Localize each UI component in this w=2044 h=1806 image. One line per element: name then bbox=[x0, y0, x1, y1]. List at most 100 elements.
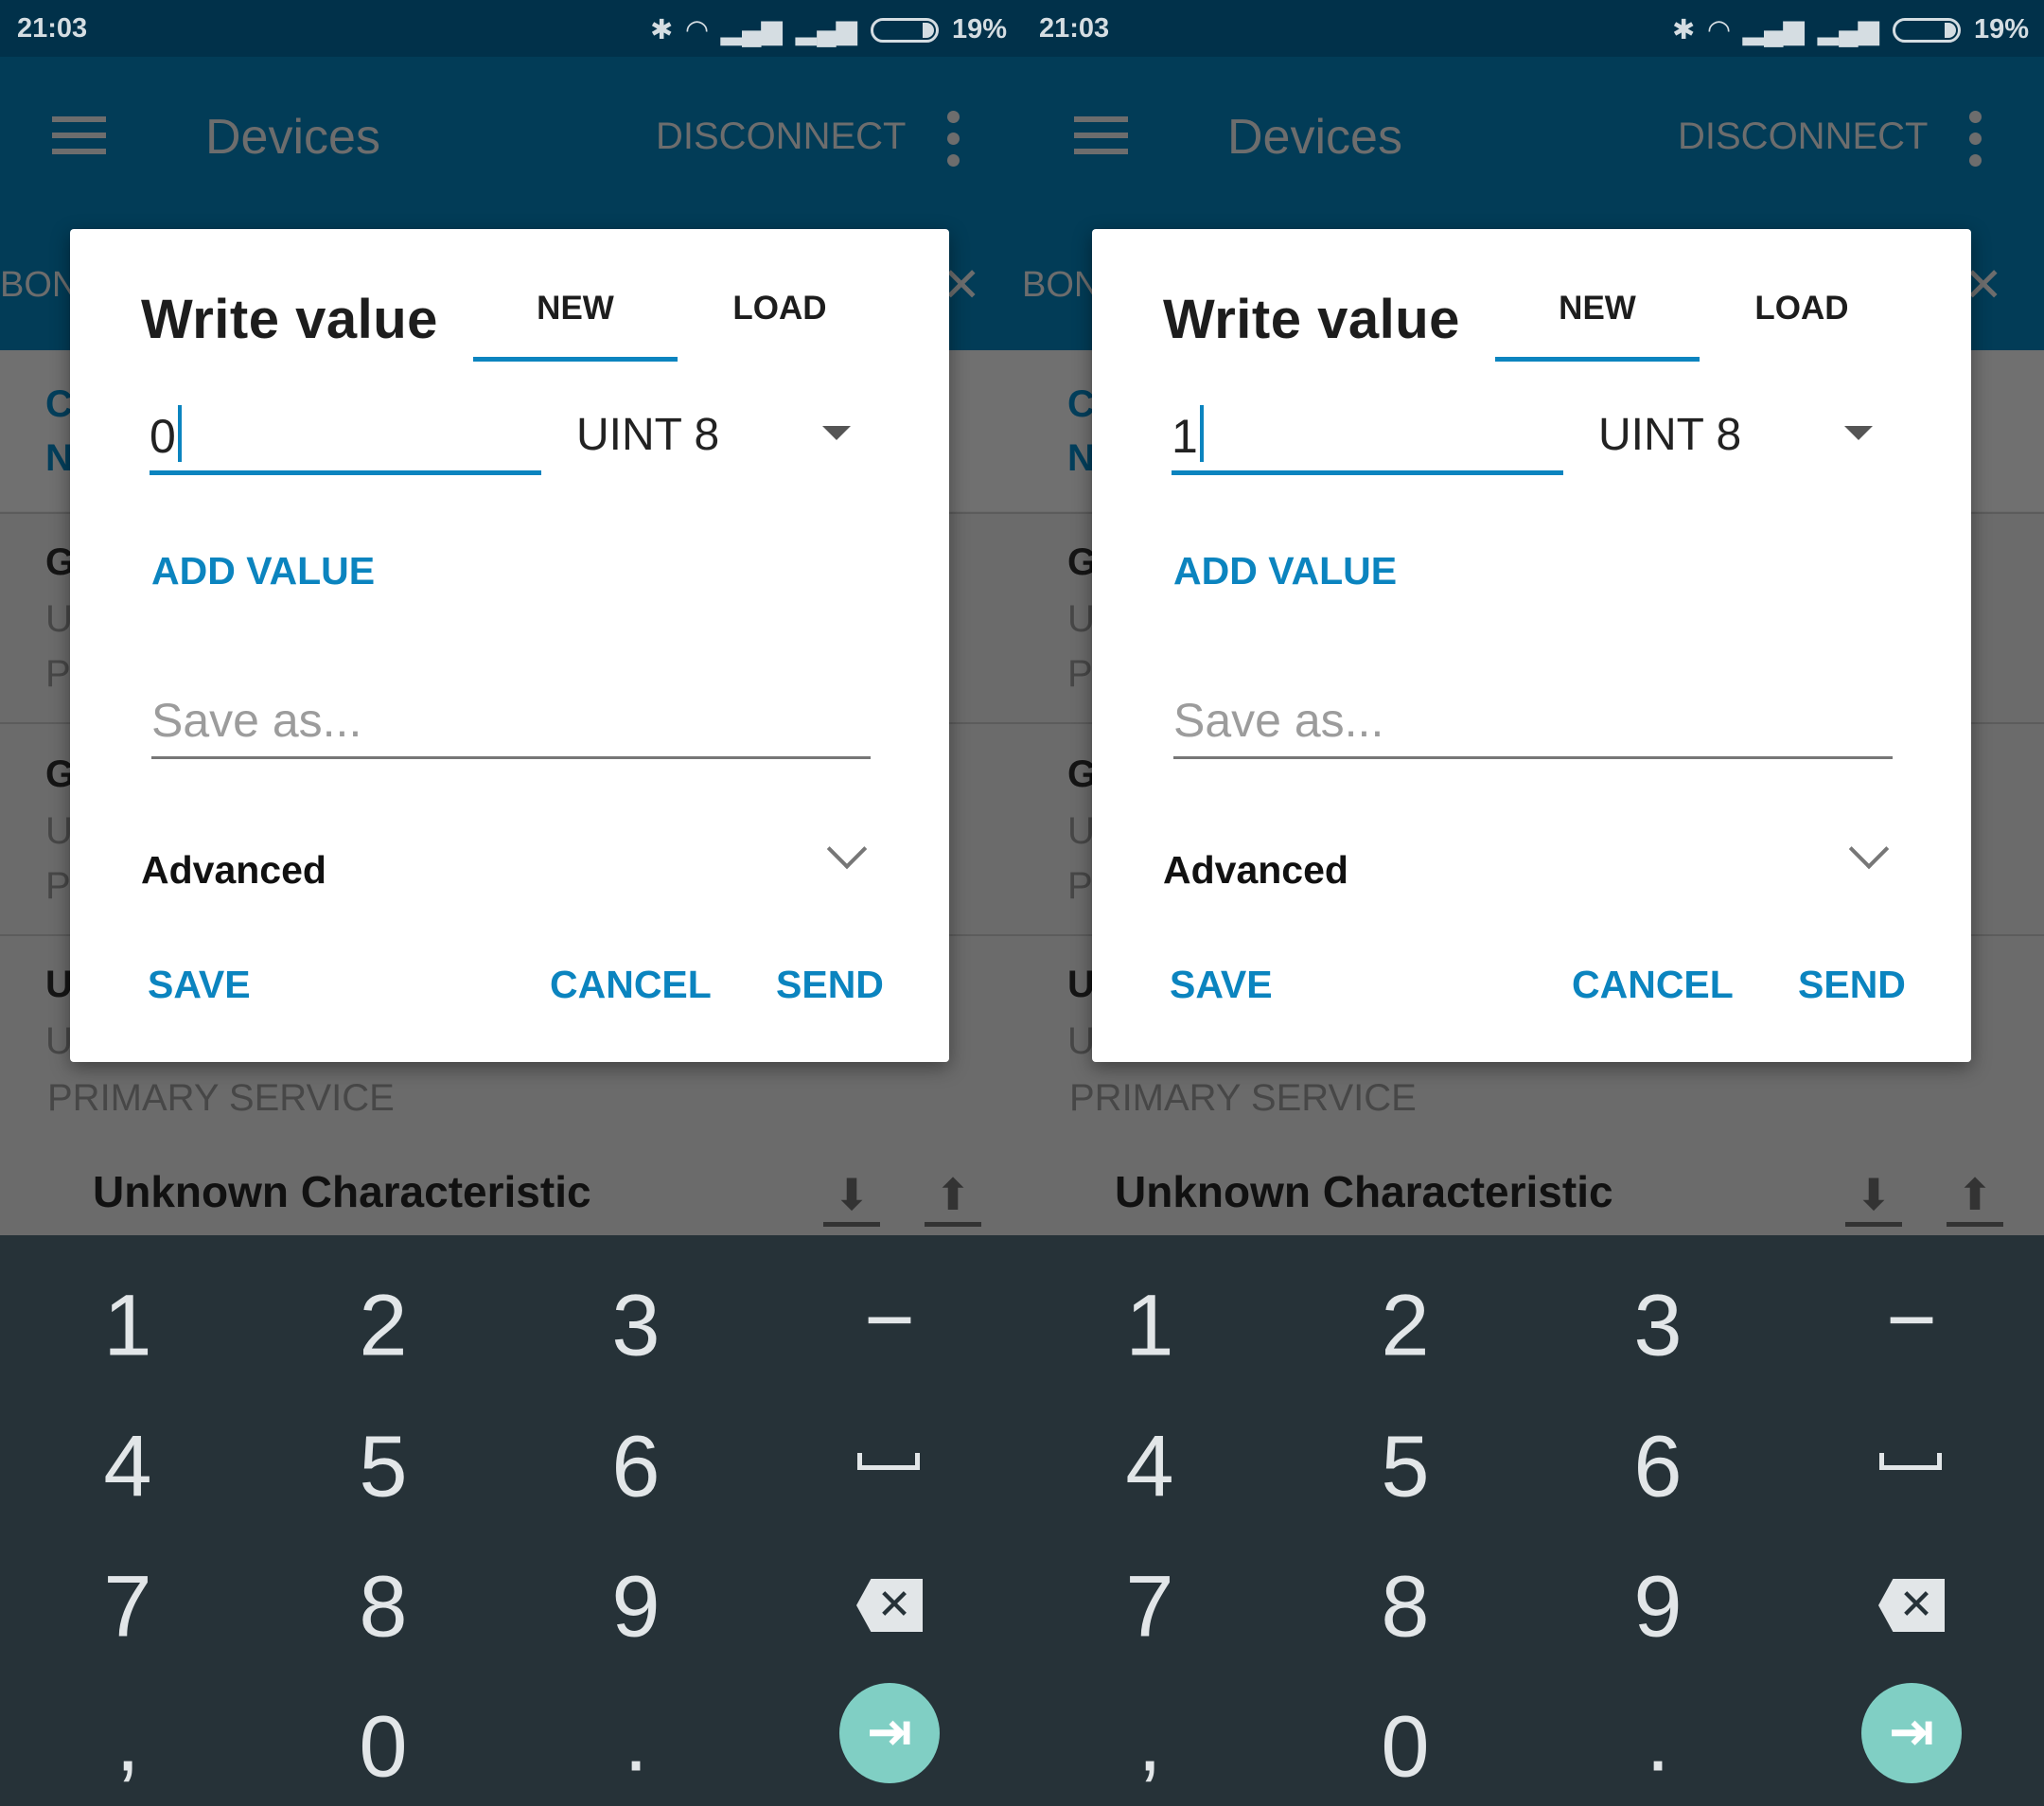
key-minus[interactable]: − bbox=[1817, 1271, 2006, 1371]
key-1[interactable]: 1 bbox=[1055, 1277, 1244, 1376]
phone-screen: 21:03 ✱ ◠ ▂▄▆ ▂▄▆ 19% Devices DISCONNECT… bbox=[1022, 0, 2044, 1806]
cancel-button[interactable]: CANCEL bbox=[550, 963, 712, 1007]
key-7[interactable]: 7 bbox=[1055, 1558, 1244, 1657]
list-text: P bbox=[45, 865, 71, 907]
tab-new[interactable]: NEW bbox=[1495, 290, 1700, 328]
key-8[interactable]: 8 bbox=[1311, 1558, 1500, 1657]
signal-icon: ▂▄▆ bbox=[795, 15, 857, 45]
key-9[interactable]: 9 bbox=[541, 1558, 731, 1657]
next-field-icon[interactable]: ⇥ bbox=[1861, 1683, 1962, 1783]
space-key-icon[interactable] bbox=[857, 1453, 920, 1470]
bluetooth-icon: ✱ bbox=[650, 15, 674, 45]
signal-icon: ▂▄▆ bbox=[1817, 15, 1879, 45]
key-4[interactable]: 4 bbox=[33, 1418, 222, 1517]
active-tab-indicator bbox=[1495, 357, 1700, 362]
list-text: U bbox=[45, 964, 73, 1005]
disconnect-button[interactable]: DISCONNECT bbox=[656, 115, 906, 158]
advanced-toggle[interactable]: Advanced bbox=[141, 848, 326, 893]
write-icon[interactable]: ⬆ bbox=[1947, 1173, 2003, 1227]
key-period[interactable]: . bbox=[1563, 1692, 1753, 1792]
key-comma[interactable]: , bbox=[33, 1692, 222, 1792]
more-options-icon[interactable] bbox=[947, 111, 960, 167]
value-input[interactable]: 1 bbox=[1172, 398, 1563, 475]
value-text: 1 bbox=[1172, 410, 1198, 463]
tab-bonded[interactable]: BON bbox=[0, 265, 78, 306]
characteristic-name: Unknown Characteristic bbox=[93, 1167, 591, 1216]
battery-percent: 19% bbox=[1973, 14, 2029, 44]
more-options-icon[interactable] bbox=[1969, 111, 1982, 167]
key-minus[interactable]: − bbox=[795, 1271, 984, 1371]
list-text: U bbox=[45, 598, 73, 640]
key-0[interactable]: 0 bbox=[289, 1698, 478, 1797]
menu-icon[interactable] bbox=[52, 116, 106, 154]
page-title: Devices bbox=[1227, 110, 1402, 165]
dialog-title: Write value bbox=[1163, 289, 1460, 350]
key-6[interactable]: 6 bbox=[1563, 1418, 1753, 1517]
tab-load[interactable]: LOAD bbox=[678, 290, 882, 328]
list-text: P bbox=[1067, 653, 1093, 695]
list-text: U bbox=[45, 1020, 73, 1062]
save-as-input[interactable]: Save as... bbox=[1173, 693, 1893, 759]
characteristic-name: Unknown Characteristic bbox=[1115, 1167, 1613, 1216]
write-value-dialog: Write value NEW LOAD 1 UINT 8 ADD VALUE … bbox=[1092, 229, 1971, 1062]
send-button[interactable]: SEND bbox=[776, 963, 884, 1007]
key-4[interactable]: 4 bbox=[1055, 1418, 1244, 1517]
list-text: U bbox=[45, 810, 73, 852]
menu-icon[interactable] bbox=[1074, 116, 1128, 154]
list-text: C bbox=[45, 383, 73, 425]
page-title: Devices bbox=[205, 110, 380, 165]
dropdown-arrow-icon[interactable] bbox=[1844, 426, 1873, 440]
save-button[interactable]: SAVE bbox=[1170, 963, 1273, 1007]
space-key-icon[interactable] bbox=[1879, 1453, 1942, 1470]
battery-percent: 19% bbox=[951, 14, 1007, 44]
key-2[interactable]: 2 bbox=[289, 1277, 478, 1376]
list-text: U bbox=[1067, 1020, 1095, 1062]
tab-bonded[interactable]: BON bbox=[1022, 265, 1100, 306]
key-period[interactable]: . bbox=[541, 1692, 731, 1792]
cancel-button[interactable]: CANCEL bbox=[1572, 963, 1734, 1007]
chevron-down-icon[interactable] bbox=[1848, 828, 1890, 870]
read-icon[interactable]: ⬇ bbox=[1845, 1173, 1902, 1227]
key-3[interactable]: 3 bbox=[541, 1277, 731, 1376]
value-input[interactable]: 0 bbox=[150, 398, 541, 475]
dialog-title: Write value bbox=[141, 289, 438, 350]
key-3[interactable]: 3 bbox=[1563, 1277, 1753, 1376]
key-1[interactable]: 1 bbox=[33, 1277, 222, 1376]
chevron-down-icon[interactable] bbox=[826, 828, 868, 870]
wifi-icon: ◠ bbox=[686, 15, 708, 45]
key-2[interactable]: 2 bbox=[1311, 1277, 1500, 1376]
dropdown-arrow-icon[interactable] bbox=[822, 426, 851, 440]
key-8[interactable]: 8 bbox=[289, 1558, 478, 1657]
send-button[interactable]: SEND bbox=[1798, 963, 1906, 1007]
type-select[interactable]: UINT 8 bbox=[1598, 409, 1741, 461]
key-comma[interactable]: , bbox=[1055, 1692, 1244, 1792]
write-icon[interactable]: ⬆ bbox=[925, 1173, 981, 1227]
wifi-icon: ◠ bbox=[1708, 15, 1730, 45]
disconnect-button[interactable]: DISCONNECT bbox=[1678, 115, 1928, 158]
add-value-button[interactable]: ADD VALUE bbox=[1173, 549, 1397, 593]
type-select[interactable]: UINT 8 bbox=[576, 409, 719, 461]
tab-load[interactable]: LOAD bbox=[1700, 290, 1904, 328]
list-text: U bbox=[1067, 598, 1095, 640]
tab-new[interactable]: NEW bbox=[473, 290, 678, 328]
text-cursor bbox=[177, 405, 182, 462]
key-6[interactable]: 6 bbox=[541, 1418, 731, 1517]
read-icon[interactable]: ⬇ bbox=[823, 1173, 880, 1227]
advanced-toggle[interactable]: Advanced bbox=[1163, 848, 1348, 893]
save-button[interactable]: SAVE bbox=[148, 963, 251, 1007]
list-text: P bbox=[1067, 865, 1093, 907]
next-field-icon[interactable]: ⇥ bbox=[839, 1683, 940, 1783]
status-time: 21:03 bbox=[1039, 13, 1110, 44]
list-text: P bbox=[45, 653, 71, 695]
key-0[interactable]: 0 bbox=[1311, 1698, 1500, 1797]
signal-icon: ▂▄▆ bbox=[720, 15, 783, 45]
add-value-button[interactable]: ADD VALUE bbox=[151, 549, 375, 593]
save-as-input[interactable]: Save as... bbox=[151, 693, 871, 759]
status-time: 21:03 bbox=[17, 13, 88, 44]
key-5[interactable]: 5 bbox=[1311, 1418, 1500, 1517]
key-7[interactable]: 7 bbox=[33, 1558, 222, 1657]
key-9[interactable]: 9 bbox=[1563, 1558, 1753, 1657]
key-5[interactable]: 5 bbox=[289, 1418, 478, 1517]
battery-icon bbox=[870, 17, 939, 43]
active-tab-indicator bbox=[473, 357, 678, 362]
